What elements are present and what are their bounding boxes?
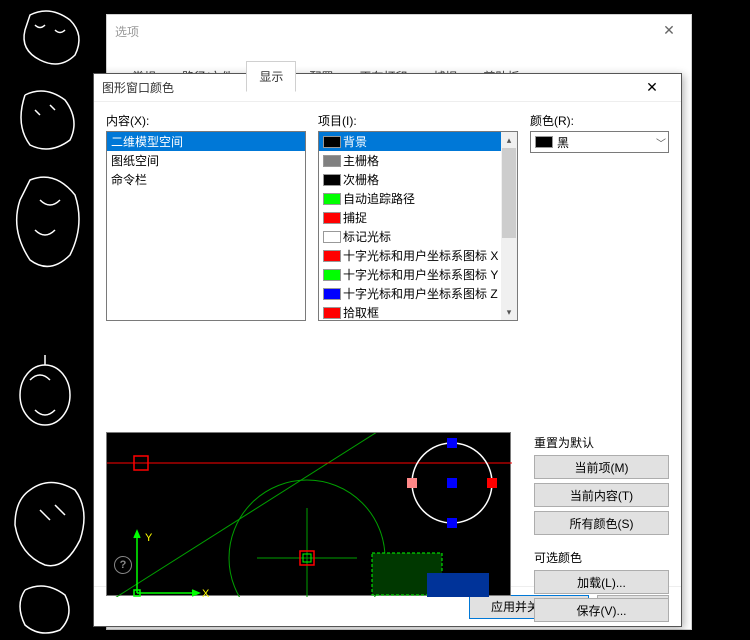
- svg-text:Y: Y: [145, 532, 153, 544]
- item-swatch: [323, 288, 341, 300]
- item-label: 自动追踪路径: [343, 190, 415, 207]
- items-listbox[interactable]: 背景主栅格次栅格自动追踪路径捕捉标记光标十字光标和用户坐标系图标 X 十字光标和用…: [318, 131, 518, 321]
- item-entry[interactable]: 自动追踪路径: [319, 189, 517, 208]
- scroll-up-icon[interactable]: ▴: [501, 132, 517, 148]
- item-label: 捕捉: [343, 209, 367, 226]
- optional-group-label: 可选颜色: [534, 549, 669, 566]
- reset-current-context-button[interactable]: 当前内容(T): [534, 483, 669, 507]
- reset-all-colors-button[interactable]: 所有颜色(S): [534, 511, 669, 535]
- item-label: 标记光标: [343, 228, 391, 245]
- context-item[interactable]: 图纸空间: [107, 151, 305, 170]
- item-label: 十字光标和用户坐标系图标 X: [343, 247, 498, 264]
- load-button[interactable]: 加载(L)...: [534, 570, 669, 594]
- item-entry[interactable]: 背景: [319, 132, 517, 151]
- item-label: 主栅格: [343, 152, 379, 169]
- context-listbox[interactable]: 二维模型空间 图纸空间 命令栏: [106, 131, 306, 321]
- colors-title: 图形窗口颜色: [102, 79, 631, 96]
- item-swatch: [323, 136, 341, 148]
- color-value: 黑: [557, 134, 569, 151]
- chevron-down-icon: ﹀: [656, 135, 666, 150]
- item-swatch: [323, 193, 341, 205]
- scroll-thumb[interactable]: [502, 148, 516, 238]
- color-swatch: [535, 136, 553, 148]
- options-close-button[interactable]: ✕: [647, 15, 691, 45]
- context-item[interactable]: 命令栏: [107, 170, 305, 189]
- color-label: 颜色(R):: [530, 112, 669, 129]
- scroll-down-icon[interactable]: ▾: [501, 304, 517, 320]
- help-icon[interactable]: ?: [114, 556, 132, 574]
- item-entry[interactable]: 十字光标和用户坐标系图标 Y: [319, 265, 517, 284]
- item-swatch: [323, 155, 341, 167]
- item-label: 拾取框: [343, 304, 379, 321]
- item-swatch: [323, 250, 341, 262]
- preview-canvas: Y X: [106, 432, 511, 596]
- item-entry[interactable]: 捕捉: [319, 208, 517, 227]
- item-swatch: [323, 269, 341, 281]
- tab-display[interactable]: 显示: [246, 61, 296, 92]
- item-entry[interactable]: 拾取框: [319, 303, 517, 321]
- reset-current-item-button[interactable]: 当前项(M): [534, 455, 669, 479]
- svg-text:X: X: [202, 588, 210, 597]
- item-label: 十字光标和用户坐标系图标 Y: [343, 266, 498, 283]
- item-swatch: [323, 174, 341, 186]
- items-label: 项目(I):: [318, 112, 518, 129]
- close-button[interactable]: ✕: [631, 75, 673, 101]
- item-swatch: [323, 307, 341, 319]
- context-item[interactable]: 二维模型空间: [107, 132, 305, 151]
- item-entry[interactable]: 十字光标和用户坐标系图标 Z: [319, 284, 517, 303]
- item-entry[interactable]: 标记光标: [319, 227, 517, 246]
- item-label: 背景: [343, 133, 367, 150]
- colors-titlebar: 图形窗口颜色 ✕: [94, 74, 681, 102]
- item-label: 十字光标和用户坐标系图标 Z: [343, 285, 498, 302]
- item-swatch: [323, 231, 341, 243]
- item-entry[interactable]: 次栅格: [319, 170, 517, 189]
- item-entry[interactable]: 十字光标和用户坐标系图标 X: [319, 246, 517, 265]
- scrollbar[interactable]: ▴ ▾: [501, 132, 517, 320]
- colors-dialog: 图形窗口颜色 ✕ 内容(X): 二维模型空间 图纸空间 命令栏 项目(I): 背…: [93, 73, 682, 627]
- item-entry[interactable]: 主栅格: [319, 151, 517, 170]
- item-swatch: [323, 212, 341, 224]
- context-label: 内容(X):: [106, 112, 306, 129]
- options-titlebar: 选项: [107, 15, 691, 47]
- item-label: 次栅格: [343, 171, 379, 188]
- color-combobox[interactable]: 黑 ﹀: [530, 131, 669, 153]
- reset-group-label: 重置为默认: [534, 434, 669, 451]
- save-button[interactable]: 保存(V)...: [534, 598, 669, 622]
- options-title: 选项: [115, 23, 139, 40]
